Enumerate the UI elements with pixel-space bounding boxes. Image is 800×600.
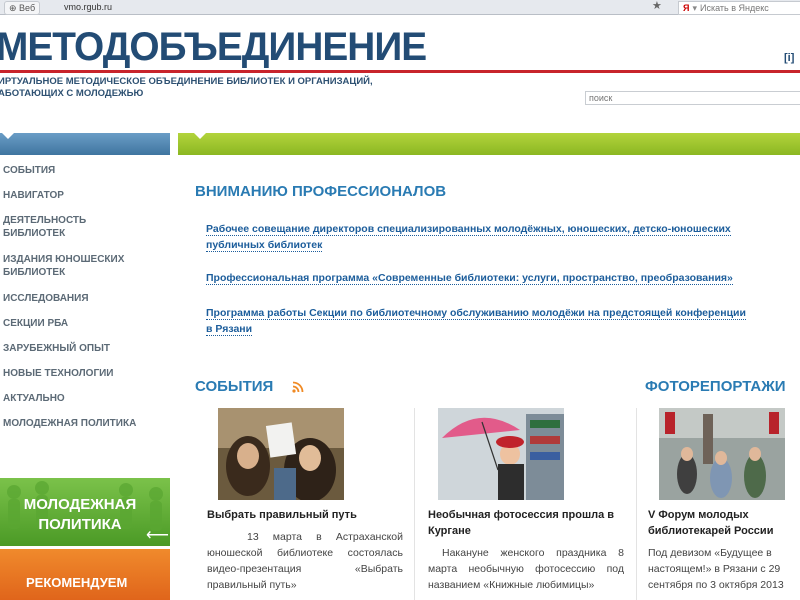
sidebar-bar-notch: [2, 133, 14, 139]
professionals-heading: ВНИМАНИЮ ПРОФЕССИОНАЛОВ: [195, 183, 447, 200]
recommend-banner-title: РЕКОМЕНДУЕМ: [26, 575, 128, 590]
bookmark-star-icon[interactable]: ★: [652, 0, 662, 13]
yandex-icon: Я: [683, 3, 690, 13]
tagline-line-1: ИРТУАЛЬНОЕ МЕТОДИЧЕСКОЕ ОБЪЕДИНЕНИЕ БИБЛ…: [0, 76, 373, 87]
event-text-1: 13 марта в Астраханской юношеской библио…: [207, 531, 403, 591]
arrow-left-icon: ⟵: [146, 527, 169, 544]
sidebar-item-navigator[interactable]: НАВИГАТОР: [3, 189, 168, 202]
main-bar-notch: [194, 133, 206, 139]
photo-reports-heading[interactable]: ФОТОРЕПОРТАЖИ: [645, 378, 786, 396]
sidebar-item-youth-policy[interactable]: МОЛОДЕЖНАЯ ПОЛИТИКА: [3, 417, 168, 430]
news-link-3-line2: в Рязани: [206, 323, 253, 336]
info-icon[interactable]: [i]: [784, 52, 794, 64]
browser-tab-label: Веб: [19, 3, 36, 13]
column-divider-2: [636, 408, 637, 600]
tagline-line-2: АБОТАЮЩИХ С МОЛОДЕЖЬЮ: [0, 88, 144, 99]
forum-photo-image: [659, 408, 785, 500]
photo-report-1[interactable]: [659, 408, 785, 500]
sidebar-item-library-activity[interactable]: ДЕЯТЕЛЬНОСТЬ БИБЛИОТЕК: [3, 214, 113, 240]
sidebar-header-bar: [0, 133, 170, 155]
sidebar-item-foreign-experience[interactable]: ЗАРУБЕЖНЫЙ ОПЫТ: [3, 342, 168, 355]
students-photo-image: [218, 408, 344, 500]
news-link-3[interactable]: Программа работы Секции по библиотечному…: [206, 305, 800, 337]
site-logo[interactable]: МЕТОДОБЪЕДИНЕНИЕ: [0, 24, 427, 70]
main-header-bar: [178, 133, 800, 155]
news-link-1[interactable]: Рабочее совещание директоров специализир…: [206, 221, 800, 253]
site-tagline: ИРТУАЛЬНОЕ МЕТОДИЧЕСКОЕ ОБЪЕДИНЕНИЕ БИБЛ…: [0, 76, 378, 100]
sidebar-nav: СОБЫТИЯ НАВИГАТОР ДЕЯТЕЛЬНОСТЬ БИБЛИОТЕК…: [0, 156, 170, 476]
news-link-2-line1: Профессиональная программа «Современные …: [206, 272, 733, 285]
news-link-2[interactable]: Профессиональная программа «Современные …: [206, 270, 800, 286]
sidebar-item-actual[interactable]: АКТУАЛЬНО: [3, 392, 168, 405]
sidebar-item-rba-sections[interactable]: СЕКЦИИ РБА: [3, 317, 168, 330]
browser-tab[interactable]: ⊕ Веб: [4, 1, 41, 15]
event-title-1[interactable]: Выбрать правильный путь: [207, 507, 407, 523]
sidebar-item-research[interactable]: ИССЛЕДОВАНИЯ: [3, 292, 168, 305]
chevron-down-icon: ▾: [692, 3, 697, 13]
photo-report-title-1[interactable]: V Форум молодых библиотекарей России: [648, 507, 798, 539]
events-heading[interactable]: СОБЫТИЯ: [195, 378, 273, 396]
event-photo-1[interactable]: [218, 408, 344, 500]
column-divider-1: [414, 408, 415, 600]
news-link-1-line1: Рабочее совещание директоров специализир…: [206, 223, 731, 236]
rss-icon[interactable]: [292, 381, 304, 393]
news-link-3-line1: Программа работы Секции по библиотечному…: [206, 307, 746, 320]
browser-toolbar: ⊕ Веб vmo.rgub.ru ★ Я ▾ Искать в Яндекс: [0, 0, 800, 15]
browser-search-placeholder: Искать в Яндекс: [700, 3, 769, 13]
youth-policy-banner-title: МОЛОДЕЖНАЯ ПОЛИТИКА: [23, 496, 137, 533]
logo-underline: [0, 70, 800, 73]
youth-policy-banner[interactable]: МОЛОДЕЖНАЯ ПОЛИТИКА ⟵: [0, 478, 170, 546]
event-title-2[interactable]: Необычная фотосессия прошла в Кургане: [428, 507, 628, 539]
umbrella-photo-image: [438, 408, 564, 500]
event-photo-2[interactable]: [438, 408, 564, 500]
site-search-input[interactable]: [585, 91, 800, 105]
photo-report-text-1: Под девизом «Будущее в настоящем!» в Ряз…: [648, 547, 784, 591]
address-bar[interactable]: vmo.rgub.ru: [64, 1, 112, 13]
sidebar-item-youth-library-publications[interactable]: ИЗДАНИЯ ЮНОШЕСКИХ БИБЛИОТЕК: [3, 253, 153, 279]
recommend-banner[interactable]: РЕКОМЕНДУЕМ: [0, 549, 170, 600]
browser-search-field[interactable]: Я ▾ Искать в Яндекс: [678, 1, 800, 15]
sidebar-item-new-technologies[interactable]: НОВЫЕ ТЕХНОЛОГИИ: [3, 367, 168, 380]
sidebar-item-events[interactable]: СОБЫТИЯ: [3, 164, 168, 177]
news-link-1-line2: публичных библиотек: [206, 239, 323, 252]
event-text-2: Накануне женского праздника 8 марта необ…: [428, 547, 624, 591]
globe-icon: ⊕: [9, 3, 20, 13]
